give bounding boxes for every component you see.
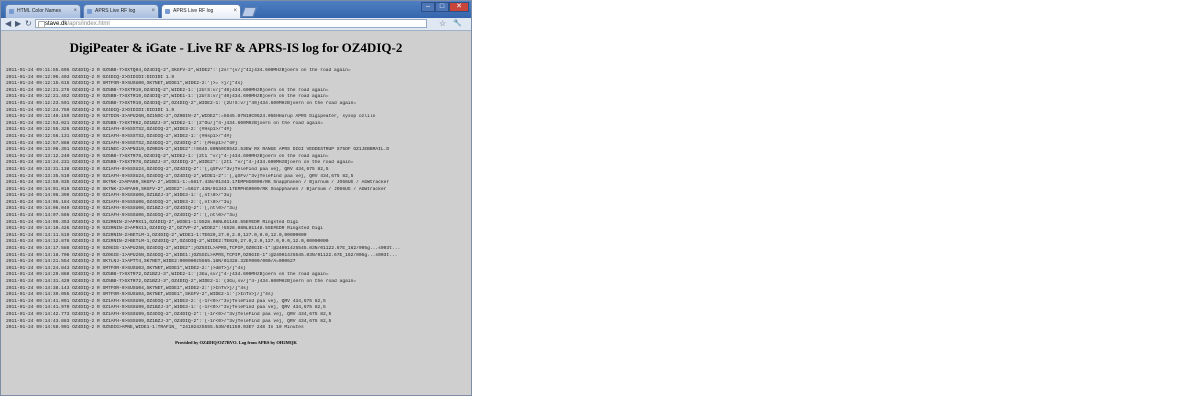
log-row: 2011-01-24 09:12:24.759 OZ4DIQ-2 R OZ4DI… — [6, 107, 175, 113]
page-icon — [38, 21, 45, 28]
log-row: 2011-01-24 09:13:35.510 OZ4DIQ-2 R OZ1AF… — [6, 173, 354, 179]
minimize-button[interactable]: – — [421, 2, 435, 12]
log-row: 2011-01-24 09:14:24.843 OZ4DIQ-2 R SM7FO… — [6, 265, 246, 271]
page-title: DigiPeater & iGate - Live RF & APRS-IS l… — [69, 40, 403, 55]
log-row: 2011-01-24 09:12:57.888 OZ4DIQ-2 R OZ1AF… — [6, 140, 238, 146]
address-bar[interactable]: stave.dk/aprs/index.html — [35, 19, 427, 28]
tab-label: APRS Live RF log — [95, 8, 136, 14]
page-content: DigiPeater & iGate - Live RF & APRS-IS l… — [1, 31, 471, 395]
wrench-menu-icon[interactable]: 🔧 — [453, 19, 462, 29]
log-row: 2011-01-24 09:11:55.695 OZ4DIQ-2 R OZ5BB… — [6, 68, 351, 73]
browser-window: HTML Color Names × APRS Live RF log × AP… — [0, 0, 472, 396]
page-favicon-icon — [9, 9, 14, 14]
log-row: 2011-01-24 09:12:06.403 OZ4DIQ-2 R OZ4DI… — [6, 74, 175, 80]
close-tab-icon[interactable]: × — [233, 5, 237, 18]
page-favicon-icon — [87, 9, 92, 14]
star-icon[interactable]: ☆ — [439, 19, 446, 29]
log-row: 2011-01-24 09:13:31.138 OZ4DIQ-2 R OZ1AF… — [6, 166, 329, 172]
log-row: 2011-01-24 09:14:06.396 OZ4DIQ-2 R OZ1AF… — [6, 193, 233, 199]
tab-aprs-log[interactable]: APRS Live RF log × — [83, 4, 159, 18]
log-row: 2011-01-24 09:14:17.588 OZ4DIQ-2 R OZ0GI… — [6, 246, 401, 252]
log-row: 2011-01-24 09:13:59.935 OZ4DIQ-2 R SK7NK… — [6, 180, 390, 186]
log-row: 2011-01-24 09:14:11.519 OZ4DIQ-2 R OZ2RN… — [6, 232, 307, 238]
log-row: 2011-01-24 09:14:41.970 OZ4DIQ-2 R OZ1AF… — [6, 305, 326, 311]
log-row: 2011-01-24 09:14:38.143 OZ4DIQ-2 R SM7FO… — [6, 285, 249, 291]
log-row: 2011-01-24 09:14:10.426 OZ4DIQ-2 R OZ2RN… — [6, 226, 324, 232]
tab-html-color-names[interactable]: HTML Color Names × — [5, 4, 81, 18]
log-row: 2011-01-24 09:14:09.353 OZ4DIQ-2 R OZ2RN… — [6, 219, 299, 225]
back-icon[interactable]: ◀ — [5, 19, 11, 29]
log-row: 2011-01-24 09:12:21.452 OZ4DIQ-2 R OZ5BB… — [6, 94, 329, 100]
log-row: 2011-01-24 09:12:55.326 OZ4DIQ-2 R OZ1AF… — [6, 127, 233, 133]
close-window-button[interactable]: ✕ — [449, 2, 469, 12]
log-row: 2011-01-24 09:14:58.901 OZ4DIQ-2 R OZ5DI… — [6, 325, 304, 331]
log-row: 2011-01-24 09:12:21.276 OZ4DIQ-2 R OZ5BB… — [6, 87, 329, 93]
log-row: 2011-01-24 09:14:41.091 OZ4DIQ-2 R OZ1AF… — [6, 298, 326, 304]
forward-icon[interactable]: ▶ — [15, 19, 21, 29]
log-row: 2011-01-24 09:14:21.554 OZ4DIQ-2 R SK7LN… — [6, 259, 296, 265]
log-row: 2011-01-24 09:14:07.566 OZ4DIQ-2 R OZ1AF… — [6, 213, 238, 219]
log-row: 2011-01-24 09:14:42.773 OZ4DIQ-2 R OZ1AF… — [6, 311, 332, 317]
page-footer: Provided by OZ4DIQ/OZ7BVO. Log from APRS… — [175, 340, 297, 345]
log-row: 2011-01-24 09:14:29.888 OZ4DIQ-2 R OZ5BB… — [6, 272, 329, 278]
tab-label: APRS Live RF log — [173, 8, 214, 14]
log-row: 2011-01-24 09:12:53.021 OZ4DIQ-2 R OZ5BB… — [6, 120, 324, 126]
new-tab-button[interactable] — [241, 7, 257, 17]
tab-aprs-log-active[interactable]: APRS Live RF log × — [161, 4, 241, 18]
log-row: 2011-01-24 09:13:12.240 OZ4DIQ-2 R OZ5BB… — [6, 153, 329, 159]
log-row: 2011-01-24 09:14:39.055 OZ4DIQ-2 R SM7FO… — [6, 292, 274, 298]
log-row: 2011-01-24 09:13:08.351 OZ4DIQ-2 R OZ1NE… — [6, 147, 390, 153]
tab-label: HTML Color Names — [17, 8, 61, 14]
log-row: 2011-01-24 09:14:43.883 OZ4DIQ-2 R OZ1AF… — [6, 318, 332, 324]
maximize-button[interactable]: □ — [435, 2, 449, 12]
tab-strip: HTML Color Names × APRS Live RF log × AP… — [1, 1, 471, 18]
close-tab-icon[interactable]: × — [151, 5, 155, 18]
log-row: 2011-01-24 09:12:15.615 OZ4DIQ-2 R SM7FO… — [6, 81, 244, 87]
log-row: 2011-01-24 09:13:24.231 OZ4DIQ-2 R OZ5BB… — [6, 160, 354, 166]
log-row: 2011-01-24 09:14:18.708 OZ4DIQ-2 R OZ0GI… — [6, 252, 398, 258]
close-tab-icon[interactable]: × — [73, 5, 77, 18]
log-row: 2011-01-24 09:12:40.159 OZ4DIQ-2 R OZ7DI… — [6, 114, 376, 120]
log-list: 2011-01-24 09:11:55.695 OZ4DIQ-2 R OZ5BB… — [6, 68, 464, 332]
url-text: stave.dk/aprs/index.html — [45, 21, 110, 27]
log-row: 2011-01-24 09:14:31.429 OZ4DIQ-2 R OZ5BB… — [6, 279, 357, 284]
page-favicon-icon — [165, 9, 170, 14]
log-row: 2011-01-24 09:14:12.876 OZ4DIQ-2 R OZ2RN… — [6, 239, 329, 245]
log-row: 2011-01-24 09:14:01.019 OZ4DIQ-2 R SK7NK… — [6, 186, 387, 192]
log-row: 2011-01-24 09:12:23.591 OZ4DIQ-2 R OZ5BB… — [6, 100, 357, 106]
log-row: 2011-01-24 09:14:05.184 OZ4DIQ-2 R OZ1AF… — [6, 199, 233, 205]
reload-icon[interactable]: ↻ — [25, 19, 32, 29]
log-row: 2011-01-24 09:12:56.131 OZ4DIQ-2 R OZ1AF… — [6, 133, 233, 139]
toolbar: ◀ ▶ ↻ stave.dk/aprs/index.html ☆ 🔧 — [1, 18, 471, 31]
log-row: 2011-01-24 09:14:06.049 OZ4DIQ-2 R OZ1AF… — [6, 206, 238, 212]
